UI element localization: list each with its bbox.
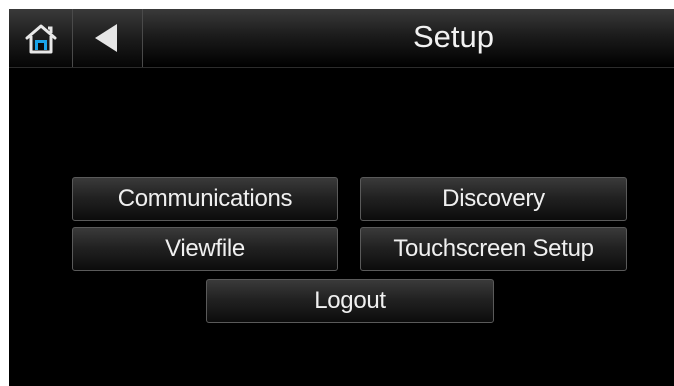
back-button[interactable] xyxy=(73,9,143,67)
touchscreen-setup-button[interactable]: Touchscreen Setup xyxy=(360,227,627,271)
touchscreen-panel: Setup Communications Discovery Viewfile … xyxy=(9,9,674,386)
home-button[interactable] xyxy=(9,9,73,67)
header-bar: Setup xyxy=(9,9,674,68)
page-title: Setup xyxy=(412,19,494,54)
communications-button[interactable]: Communications xyxy=(72,177,338,221)
viewfile-button[interactable]: Viewfile xyxy=(72,227,338,271)
back-arrow-icon xyxy=(95,24,117,52)
logout-button[interactable]: Logout xyxy=(206,279,494,323)
discovery-button[interactable]: Discovery xyxy=(360,177,627,221)
home-icon xyxy=(25,24,57,54)
